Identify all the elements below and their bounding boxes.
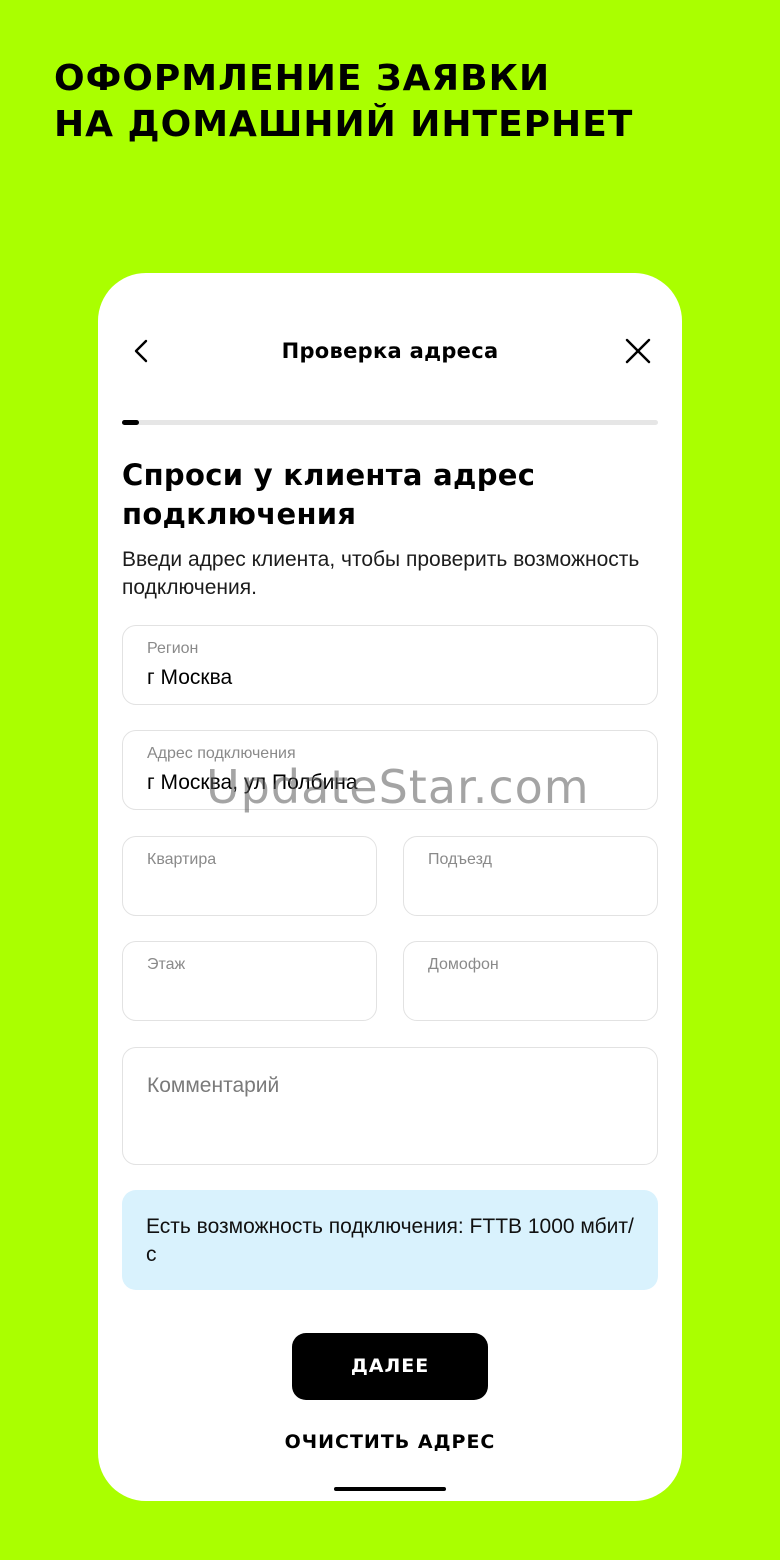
chevron-left-icon bbox=[134, 339, 148, 363]
comment-field[interactable]: Комментарий bbox=[122, 1047, 658, 1165]
entrance-field[interactable]: Подъезд bbox=[403, 836, 658, 916]
flat-label: Квартира bbox=[147, 851, 217, 868]
availability-text: Есть возможность подключения: FTTB 1000 … bbox=[146, 1215, 634, 1266]
next-button[interactable]: ДАЛЕЕ bbox=[292, 1333, 488, 1400]
intercom-label: Домофон bbox=[428, 956, 499, 973]
comment-placeholder: Комментарий bbox=[147, 1074, 280, 1097]
entrance-label: Подъезд bbox=[428, 851, 492, 868]
floor-field[interactable]: Этаж bbox=[122, 941, 377, 1021]
promo-title: ОФОРМЛЕНИЕ ЗАЯВКИ НА ДОМАШНИЙ ИНТЕРНЕТ bbox=[54, 56, 754, 148]
promo-title-line2: НА ДОМАШНИЙ ИНТЕРНЕТ bbox=[54, 104, 634, 145]
progress-bar bbox=[122, 420, 658, 425]
section-heading: Спроси у клиента адрес подключения bbox=[122, 458, 536, 531]
intercom-field[interactable]: Домофон bbox=[403, 941, 658, 1021]
region-value: г Москва bbox=[147, 666, 233, 689]
page-title: Проверка адреса bbox=[281, 339, 499, 363]
availability-info-box: Есть возможность подключения: FTTB 1000 … bbox=[122, 1190, 658, 1290]
address-field[interactable]: Адрес подключения г Москва, ул Полбина bbox=[122, 730, 658, 810]
close-icon bbox=[625, 338, 651, 364]
promo-title-line1: ОФОРМЛЕНИЕ ЗАЯВКИ bbox=[54, 58, 551, 99]
address-value: г Москва, ул Полбина bbox=[147, 771, 358, 794]
address-label: Адрес подключения bbox=[147, 745, 296, 762]
region-label: Регион bbox=[147, 640, 199, 657]
clear-address-button[interactable]: ОЧИСТИТЬ АДРЕС bbox=[198, 1431, 582, 1453]
back-button[interactable] bbox=[126, 335, 158, 367]
flat-field[interactable]: Квартира bbox=[122, 836, 377, 916]
region-field[interactable]: Регион г Москва bbox=[122, 625, 658, 705]
progress-fill bbox=[122, 420, 140, 425]
app-header: Проверка адреса bbox=[98, 273, 682, 433]
phone-screen: Проверка адреса Спроси у клиента адрес п… bbox=[98, 273, 682, 1501]
floor-label: Этаж bbox=[147, 956, 186, 973]
close-button[interactable] bbox=[622, 335, 654, 367]
home-indicator bbox=[334, 1487, 446, 1491]
section-description: Введи адрес клиента, чтобы проверить воз… bbox=[122, 548, 640, 599]
